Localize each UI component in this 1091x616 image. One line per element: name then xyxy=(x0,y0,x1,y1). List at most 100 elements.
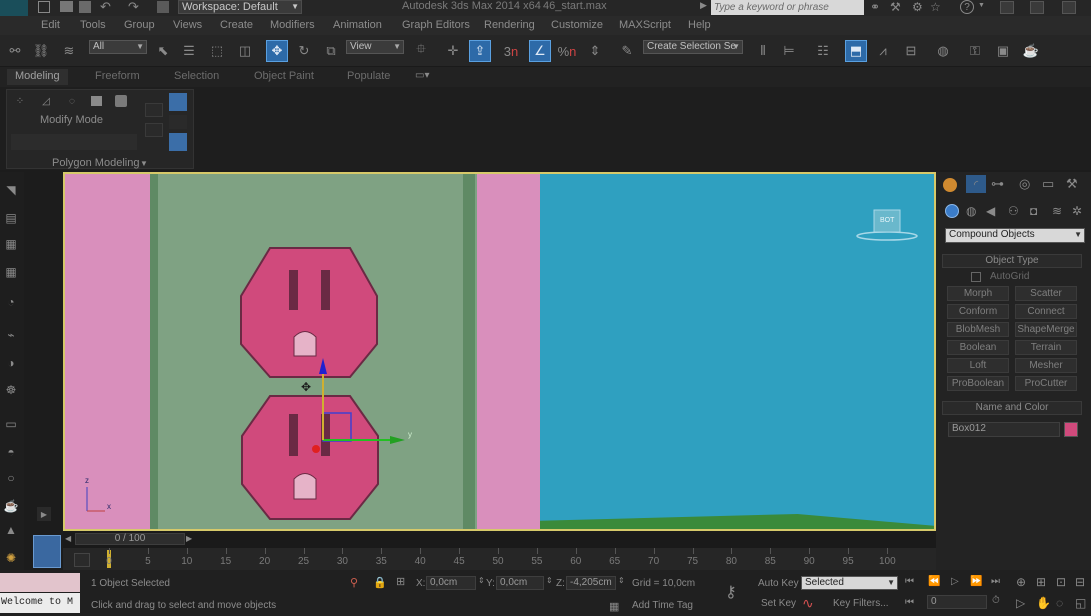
next-frame-icon[interactable]: ⏩ xyxy=(970,576,982,587)
camera-icon[interactable]: ⌁ xyxy=(2,327,20,343)
viewport-nav-icon[interactable]: ◥ xyxy=(2,182,20,198)
pivot-point-icon[interactable]: ⯐ xyxy=(410,40,432,62)
layer-manager-icon[interactable]: ☷ xyxy=(812,40,834,62)
ribbon-options-icon[interactable]: ▭▾ xyxy=(415,70,429,81)
boolean-button[interactable]: Boolean xyxy=(947,340,1009,355)
project-icon[interactable] xyxy=(157,1,169,13)
select-and-scale-icon[interactable]: ⧉ xyxy=(320,40,342,62)
menu-modifiers[interactable]: Modifiers xyxy=(270,19,315,31)
key-mode-toggle-icon[interactable]: ⏮ xyxy=(905,597,914,608)
keyboard-shortcut-override-icon[interactable]: ⇪ xyxy=(469,40,491,62)
teapot-icon[interactable]: ☕ xyxy=(2,498,20,514)
cameras-icon[interactable]: ⚇ xyxy=(1008,204,1019,218)
grid-icon[interactable]: ▦ xyxy=(2,264,20,280)
time-slider-prev-icon[interactable]: ◀ xyxy=(65,534,71,543)
procutter-button[interactable]: ProCutter xyxy=(1015,376,1077,391)
key-icon[interactable]: ⚷ xyxy=(725,582,737,602)
curve-editor-icon[interactable]: ⩘ xyxy=(872,40,894,62)
menu-group[interactable]: Group xyxy=(124,19,155,31)
scatter-button[interactable]: Scatter xyxy=(1015,286,1077,301)
ribbon-side-button-2[interactable] xyxy=(169,93,187,111)
border-icon[interactable]: ◌ xyxy=(63,94,81,108)
space-warps-icon[interactable]: ≋ xyxy=(1052,204,1062,218)
object-color-swatch[interactable] xyxy=(1064,422,1078,437)
previous-frame-icon[interactable]: ⏪ xyxy=(928,576,940,587)
proboolean-button[interactable]: ProBoolean xyxy=(947,376,1009,391)
menu-rendering[interactable]: Rendering xyxy=(484,19,535,31)
category-dropdown[interactable]: Compound Objects ▼ xyxy=(945,228,1085,243)
hierarchy-tab-icon[interactable]: ⊶ xyxy=(991,176,1004,192)
lights-icon[interactable]: ◔ xyxy=(2,294,20,310)
maxscript-listener-top[interactable] xyxy=(0,573,80,592)
minimize-button[interactable] xyxy=(1000,1,1014,14)
workspace-dropdown[interactable]: Workspace: Default ▼ xyxy=(178,0,302,14)
new-file-icon[interactable] xyxy=(38,1,50,13)
motion-tab-icon[interactable]: ◎ xyxy=(1019,176,1030,192)
favorites-star-icon[interactable]: ☆ xyxy=(930,0,941,14)
shapes-icon[interactable]: ◍ xyxy=(966,204,976,218)
render-setup-icon[interactable]: ⚿ xyxy=(964,40,986,62)
orbit-icon[interactable]: ◌ xyxy=(1056,596,1063,610)
ribbon-side-button-5[interactable] xyxy=(169,133,187,151)
link-icon[interactable]: ⚯ xyxy=(4,40,26,62)
menu-edit[interactable]: Edit xyxy=(41,19,60,31)
time-configuration-icon[interactable]: ⏱ xyxy=(992,595,1000,606)
set-key-icon[interactable]: ∿ xyxy=(802,595,814,612)
maximize-button[interactable] xyxy=(1030,1,1044,14)
vertex-icon[interactable]: ⁘ xyxy=(11,94,29,108)
absolute-mode-icon[interactable]: ⊞ xyxy=(396,575,405,588)
undo-icon[interactable]: ↶ xyxy=(100,0,111,15)
zoom-extents-icon[interactable]: ⊡ xyxy=(1056,575,1066,589)
selection-filter-dropdown[interactable]: All ▼ xyxy=(89,40,147,54)
redo-icon[interactable]: ↷ xyxy=(128,0,139,15)
z-spinner-icon[interactable]: ⇕ xyxy=(618,576,625,585)
communication-icon[interactable]: ⚙ xyxy=(912,0,923,14)
plane-icon[interactable]: ▭ xyxy=(2,416,20,432)
zoom-icon[interactable]: ⊕ xyxy=(1016,575,1026,589)
chevron-down-icon[interactable]: ▼ xyxy=(140,159,148,168)
element-icon[interactable] xyxy=(115,95,127,107)
help-dropdown-icon[interactable]: ▼ xyxy=(978,2,985,9)
go-to-end-icon[interactable]: ⏭ xyxy=(991,576,1000,587)
align-icon[interactable]: ⊨ xyxy=(778,40,800,62)
unlink-icon[interactable]: ⛓ xyxy=(30,40,52,62)
zoom-all-icon[interactable]: ⊞ xyxy=(1036,575,1046,589)
tab-object-paint[interactable]: Object Paint xyxy=(254,70,314,82)
rendered-frame-window-icon[interactable]: ▣ xyxy=(992,40,1014,62)
set-key-button[interactable]: Set Key xyxy=(761,598,796,609)
modify-tab-icon[interactable]: ◜ xyxy=(966,175,986,193)
y-spinner-icon[interactable]: ⇕ xyxy=(546,576,553,585)
key-mode-dropdown[interactable]: Selected ▼ xyxy=(801,576,898,590)
ribbon-side-button-3[interactable] xyxy=(169,115,187,129)
add-time-tag-label[interactable]: Add Time Tag xyxy=(632,600,693,611)
maxscript-listener-bottom[interactable]: Welcome to M xyxy=(0,593,80,613)
menu-views[interactable]: Views xyxy=(173,19,202,31)
menu-graph-editors[interactable]: Graph Editors xyxy=(402,19,470,31)
help-icon[interactable]: ? xyxy=(960,0,974,14)
lights-icon[interactable]: ◀ xyxy=(986,204,995,218)
close-button[interactable] xyxy=(1062,1,1076,14)
tab-selection[interactable]: Selection xyxy=(174,70,219,82)
mesher-button[interactable]: Mesher xyxy=(1015,358,1077,373)
shapemerge-button[interactable]: ShapeMerge xyxy=(1015,322,1077,337)
select-by-name-icon[interactable]: ☰ xyxy=(178,40,200,62)
field-of-view-icon[interactable]: ▷ xyxy=(1016,596,1025,610)
terrain-button[interactable]: Terrain xyxy=(1015,340,1077,355)
pan-view-icon[interactable]: ✋ xyxy=(1036,596,1051,610)
mini-viewport-toggle[interactable] xyxy=(33,535,61,568)
current-frame-field[interactable]: 0 xyxy=(927,595,987,609)
menu-maxscript[interactable]: MAXScript xyxy=(619,19,671,31)
edit-named-selection-icon[interactable]: ✎ xyxy=(616,40,638,62)
tab-freeform[interactable]: Freeform xyxy=(95,70,140,82)
named-selection-dropdown[interactable]: Create Selection Se ▼ xyxy=(643,40,743,54)
open-file-icon[interactable] xyxy=(60,1,73,12)
layer-icon[interactable]: ▦ xyxy=(2,236,20,252)
object-name-field[interactable]: Box012 xyxy=(948,422,1060,437)
go-to-start-icon[interactable]: ⏮ xyxy=(905,576,914,587)
reference-coordinate-dropdown[interactable]: View ▼ xyxy=(346,40,404,54)
snaps-toggle-icon[interactable]: 3n xyxy=(500,40,522,62)
angle-snap-icon[interactable]: ∠ xyxy=(529,40,551,62)
percent-snap-icon[interactable]: % n xyxy=(556,40,578,62)
gizmo-y-arrow[interactable] xyxy=(390,436,405,444)
isolate-selection-icon[interactable]: ⚲ xyxy=(350,576,358,589)
